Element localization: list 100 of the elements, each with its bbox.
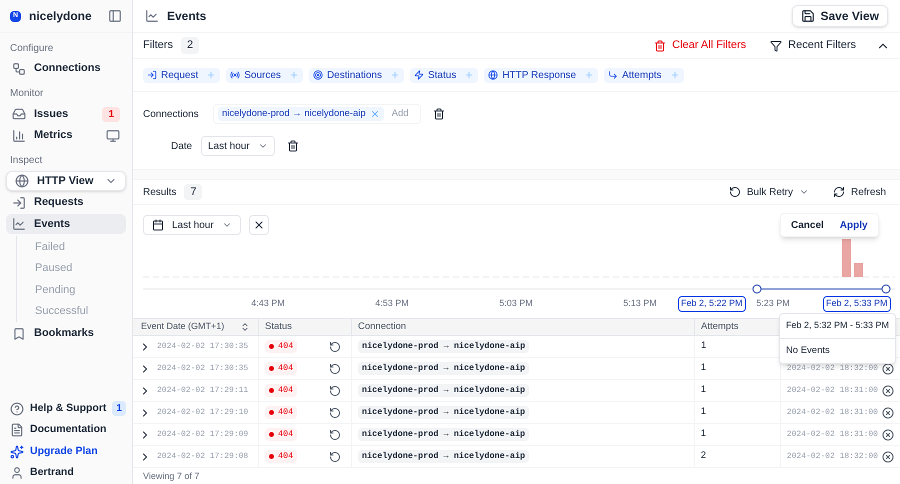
globe-icon xyxy=(15,174,29,188)
recent-filters-button[interactable]: Recent Filters xyxy=(770,37,856,54)
cancel-icon[interactable] xyxy=(882,450,894,462)
monitor-icon xyxy=(106,128,120,142)
histogram-bar xyxy=(854,263,863,277)
filter-chip[interactable]: HTTP Response xyxy=(484,68,598,82)
login-icon xyxy=(147,70,157,80)
bookmark-icon xyxy=(12,326,26,340)
connection-tag: nicelydone-prod → nicelydone-aip xyxy=(358,450,530,463)
line-chart-icon xyxy=(145,9,159,23)
clear-filters-button[interactable]: Clear All Filters xyxy=(654,37,746,54)
retry-icon[interactable] xyxy=(328,384,341,396)
filter-chip[interactable]: Sources xyxy=(226,68,303,82)
retry-icon[interactable] xyxy=(328,450,341,462)
connection-tag: nicelydone-prod → nicelydone-aip xyxy=(358,340,530,353)
sidebar-item[interactable]: Documentation xyxy=(6,420,126,441)
range-selector[interactable] xyxy=(752,284,890,294)
attempts-count: 1 xyxy=(700,427,706,442)
sidebar-item[interactable]: Help & Support 1 xyxy=(6,398,126,420)
apply-button[interactable]: Apply xyxy=(840,218,868,232)
globe-icon xyxy=(488,70,498,80)
close-icon xyxy=(252,219,265,231)
corner-arrow-icon xyxy=(608,70,618,80)
save-view-button[interactable]: Save View xyxy=(792,5,888,27)
attempts-count: 2 xyxy=(700,449,706,464)
sidebar-toggle-icon[interactable] xyxy=(108,9,122,23)
retry-icon[interactable] xyxy=(328,428,341,440)
count-badge: 7 xyxy=(184,184,202,200)
connections-field[interactable]: nicelydone-prod → nicelydone-aip Add xyxy=(213,104,421,124)
attempts-count: 1 xyxy=(701,339,706,354)
login-icon xyxy=(12,196,26,210)
sidebar-item[interactable]: Connections xyxy=(6,58,126,78)
filter-chip[interactable]: Request xyxy=(143,68,220,82)
filter-icon xyxy=(770,40,782,52)
next-attempt-date: 2024-02-02 18:32:00 xyxy=(786,362,878,374)
axis-label: 5:03 PM xyxy=(499,297,533,310)
pagination-text: Viewing 7 of 7 xyxy=(143,470,200,483)
inbox-icon xyxy=(12,107,26,121)
tooltip-title: Feb 2, 5:32 PM - 5:33 PM xyxy=(780,314,895,338)
cancel-icon[interactable] xyxy=(882,362,894,374)
sidebar-item[interactable]: Issues 1 xyxy=(6,104,126,124)
clear-range-button[interactable] xyxy=(248,215,269,235)
workspace-name[interactable]: nicelydone xyxy=(29,7,100,25)
event-date: 2024-02-02 17:29:10 xyxy=(157,406,248,418)
event-date: 2024-02-02 17:29:11 xyxy=(157,384,248,396)
event-date: 2024-02-02 17:29:08 xyxy=(157,450,248,462)
count-badge: 1 xyxy=(102,106,120,122)
range-start-label: Feb 2, 5:22 PM xyxy=(678,296,746,312)
status-badge: 404 xyxy=(264,362,298,375)
trash-icon[interactable] xyxy=(432,108,445,120)
trash-icon xyxy=(654,40,666,52)
sidebar-item[interactable]: Requests xyxy=(6,192,126,212)
retry-icon[interactable] xyxy=(328,406,341,418)
event-date: 2024-02-02 17:29:09 xyxy=(157,428,248,440)
connection-tag: nicelydone-prod → nicelydone-aip xyxy=(358,384,530,397)
help-icon xyxy=(10,402,24,416)
cancel-button[interactable]: Cancel xyxy=(791,218,824,232)
plus-icon xyxy=(584,70,594,80)
sidebar-item[interactable]: Bookmarks xyxy=(6,324,126,344)
filter-chip[interactable]: Destinations xyxy=(308,68,404,82)
axis-label: 4:43 PM xyxy=(251,297,285,310)
axis-label: 5:13 PM xyxy=(623,297,657,310)
sort-icon[interactable] xyxy=(240,322,250,332)
next-attempt-date: 2024-02-02 18:31:00 xyxy=(786,384,878,396)
connection-tag: nicelydone-prod → nicelydone-aip xyxy=(358,406,530,419)
sidebar-item[interactable]: Metrics xyxy=(6,126,126,146)
section-label: Inspect xyxy=(9,154,44,168)
workflow-icon xyxy=(12,62,26,76)
count-badge: 1 xyxy=(112,401,126,416)
refresh-button[interactable]: Refresh xyxy=(832,184,886,200)
connection-tag: nicelydone-prod → nicelydone-aip xyxy=(358,362,530,375)
add-input[interactable]: Add xyxy=(392,106,416,122)
next-attempt-date: 2024-02-02 18:31:00 xyxy=(786,428,878,440)
cancel-icon[interactable] xyxy=(882,406,894,418)
retry-icon[interactable] xyxy=(329,340,341,352)
view-dropdown[interactable]: HTTP View xyxy=(6,171,126,191)
user-menu[interactable]: Bertrand xyxy=(6,462,126,484)
cancel-icon[interactable] xyxy=(882,428,894,440)
column-header[interactable]: Event Date (GMT+1) xyxy=(141,320,240,334)
sidebar-item[interactable]: Events xyxy=(6,214,126,234)
date-dropdown[interactable]: Last hour xyxy=(201,136,275,156)
results-label: Results xyxy=(143,186,176,200)
retry-icon xyxy=(728,186,741,198)
section-label: Monitor xyxy=(9,87,44,100)
bulk-retry-button[interactable]: Bulk Retry xyxy=(728,184,809,200)
next-attempt-date: 2024-02-02 18:31:00 xyxy=(786,406,878,418)
filter-chip[interactable]: Attempts xyxy=(604,68,684,82)
retry-icon[interactable] xyxy=(328,362,341,374)
filter-chip[interactable]: Status xyxy=(410,68,478,82)
save-icon xyxy=(800,9,814,23)
range-dropdown[interactable]: Last hour xyxy=(143,215,241,235)
plus-icon xyxy=(464,70,474,80)
attempts-count: 1 xyxy=(700,383,706,398)
calendar-icon xyxy=(152,219,164,231)
axis-label: 4:53 PM xyxy=(375,297,409,310)
sidebar-item[interactable]: Upgrade Plan xyxy=(6,441,126,462)
field-label: Connections xyxy=(143,108,200,122)
line-chart-icon xyxy=(12,217,26,231)
trash-icon[interactable] xyxy=(286,140,299,152)
cancel-icon[interactable] xyxy=(882,384,894,396)
